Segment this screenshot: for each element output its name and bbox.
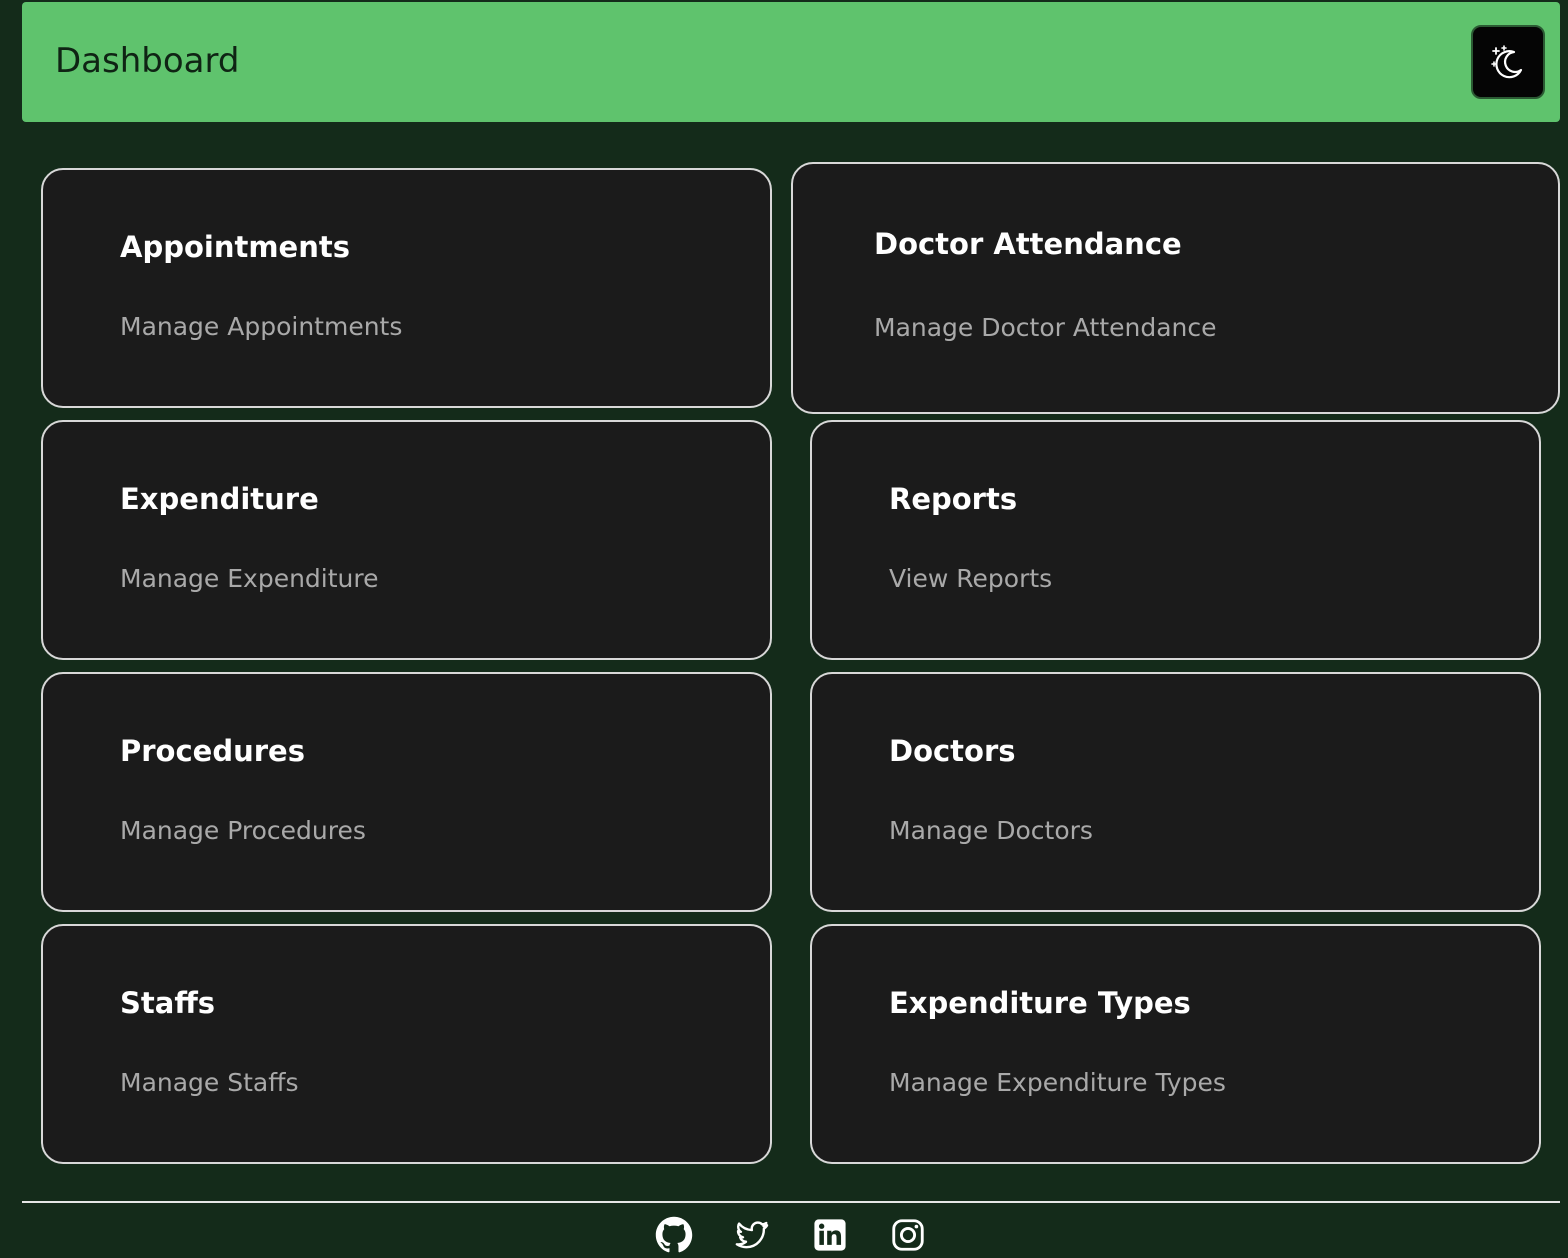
- footer-divider: [22, 1201, 1560, 1203]
- github-icon: [655, 1216, 693, 1253]
- page-title: Dashboard: [55, 41, 240, 81]
- card-reports[interactable]: Reports View Reports: [810, 420, 1541, 660]
- github-link[interactable]: [654, 1215, 694, 1255]
- moon-stars-icon: [1491, 45, 1523, 79]
- instagram-icon: [892, 1219, 924, 1251]
- twitter-link[interactable]: [732, 1215, 772, 1255]
- card-subtitle: Manage Staffs: [120, 1068, 299, 1097]
- twitter-icon: [735, 1221, 769, 1249]
- card-expenditure-types[interactable]: Expenditure Types Manage Expenditure Typ…: [810, 924, 1541, 1164]
- card-title: Expenditure: [120, 482, 319, 516]
- card-title: Procedures: [120, 734, 305, 768]
- card-appointments[interactable]: Appointments Manage Appointments: [41, 168, 772, 408]
- card-subtitle: Manage Appointments: [120, 312, 403, 341]
- card-doctor-attendance[interactable]: Doctor Attendance Manage Doctor Attendan…: [791, 162, 1560, 414]
- card-title: Staffs: [120, 986, 216, 1020]
- card-subtitle: View Reports: [889, 564, 1053, 593]
- top-bar: Dashboard: [22, 2, 1560, 122]
- card-title: Expenditure Types: [889, 986, 1191, 1020]
- theme-toggle-button[interactable]: [1471, 25, 1545, 99]
- linkedin-icon: [814, 1219, 846, 1251]
- card-subtitle: Manage Doctors: [889, 816, 1093, 845]
- card-staffs[interactable]: Staffs Manage Staffs: [41, 924, 772, 1164]
- card-title: Doctors: [889, 734, 1016, 768]
- card-title: Reports: [889, 482, 1018, 516]
- card-subtitle: Manage Procedures: [120, 816, 366, 845]
- card-title: Doctor Attendance: [874, 227, 1182, 261]
- card-subtitle: Manage Expenditure: [120, 564, 379, 593]
- card-subtitle: Manage Doctor Attendance: [874, 313, 1217, 342]
- card-doctors[interactable]: Doctors Manage Doctors: [810, 672, 1541, 912]
- linkedin-link[interactable]: [810, 1215, 850, 1255]
- card-expenditure[interactable]: Expenditure Manage Expenditure: [41, 420, 772, 660]
- instagram-link[interactable]: [888, 1215, 928, 1255]
- card-subtitle: Manage Expenditure Types: [889, 1068, 1226, 1097]
- card-title: Appointments: [120, 230, 350, 264]
- card-procedures[interactable]: Procedures Manage Procedures: [41, 672, 772, 912]
